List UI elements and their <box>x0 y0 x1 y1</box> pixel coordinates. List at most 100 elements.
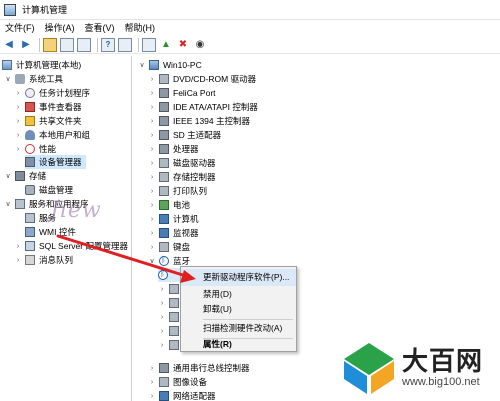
expand-icon[interactable]: › <box>158 285 166 293</box>
expand-icon[interactable]: › <box>148 378 156 386</box>
collapse-icon[interactable]: ∨ <box>148 257 156 265</box>
keyboard-icon <box>159 242 169 252</box>
tree-item-disk-management[interactable]: 磁盘管理 <box>25 183 73 197</box>
uninstall-icon[interactable]: ✖ <box>176 38 190 52</box>
expand-icon[interactable]: › <box>14 117 22 125</box>
device-category[interactable]: › 电池 <box>148 198 190 212</box>
device-category[interactable]: › IDE ATA/ATAPI 控制器 <box>148 100 258 114</box>
expand-icon[interactable]: › <box>148 117 156 125</box>
expand-icon[interactable]: › <box>14 131 22 139</box>
device-category[interactable]: › 监视器 <box>148 226 199 240</box>
tree-item-label: 系统工具 <box>29 74 64 84</box>
wmi-control-icon <box>25 227 35 237</box>
device-category-label: 图像设备 <box>173 377 208 387</box>
expand-icon[interactable]: › <box>148 201 156 209</box>
menu-help[interactable]: 帮助(H) <box>120 20 161 36</box>
expand-icon[interactable]: › <box>158 341 166 349</box>
show-hide-tree-icon[interactable] <box>60 37 74 52</box>
tree-item-label: 事件查看器 <box>39 102 82 112</box>
collapse-icon[interactable]: ∨ <box>4 75 12 83</box>
device-category[interactable]: › 键盘 <box>148 240 190 254</box>
expand-icon[interactable]: › <box>148 392 156 400</box>
up-folder-icon[interactable] <box>43 37 57 52</box>
expand-icon[interactable]: › <box>14 256 22 264</box>
message-queue-icon <box>25 255 35 265</box>
expand-icon[interactable]: › <box>148 159 156 167</box>
tree-item-local-users[interactable]: › 本地用户和组 <box>14 128 90 142</box>
performance-icon <box>25 144 35 154</box>
expand-icon[interactable]: › <box>148 229 156 237</box>
tree-item-shared-folders[interactable]: › 共享文件夹 <box>14 114 82 128</box>
tree-item-event-viewer[interactable]: › 事件查看器 <box>14 100 82 114</box>
view-icon[interactable] <box>118 37 132 52</box>
expand-icon[interactable]: › <box>148 131 156 139</box>
device-category[interactable]: › 图像设备 <box>148 375 207 389</box>
uninstall-menu-item[interactable]: 卸载(U) <box>181 301 296 318</box>
device-category[interactable]: › 打印队列 <box>148 184 207 198</box>
device-root-label: Win10-PC <box>163 60 202 70</box>
device-icon <box>169 298 179 308</box>
tree-item-system-tools[interactable]: ∨ 系统工具 <box>4 72 63 86</box>
tree-item-message-queue[interactable]: › 消息队列 <box>14 253 73 267</box>
tree-item-storage[interactable]: ∨ 存储 <box>4 169 46 183</box>
bluetooth-icon <box>159 255 169 266</box>
tree-item-label: 存储 <box>29 171 47 181</box>
device-category[interactable]: › 存储控制器 <box>148 170 216 184</box>
update-driver-icon[interactable]: ▲ <box>159 38 173 52</box>
collapse-icon[interactable]: ∨ <box>138 61 146 69</box>
tree-item-performance[interactable]: › 性能 <box>14 142 56 156</box>
expand-icon[interactable]: › <box>148 89 156 97</box>
expand-icon[interactable]: › <box>158 327 166 335</box>
device-category[interactable]: › FeliCa Port <box>148 86 216 100</box>
expand-icon[interactable]: › <box>148 75 156 83</box>
tree-item-device-manager[interactable]: 设备管理器 <box>25 155 86 169</box>
expand-icon[interactable]: › <box>148 243 156 251</box>
update-driver-menu-item[interactable]: 更新驱动程序软件(P)... <box>181 269 296 286</box>
menu-file[interactable]: 文件(F) <box>0 20 40 36</box>
expand-icon[interactable]: › <box>14 103 22 111</box>
expand-icon[interactable]: › <box>148 215 156 223</box>
computer-icon <box>149 60 159 70</box>
collapse-icon[interactable]: ∨ <box>4 200 12 208</box>
scan-hardware-menu-item[interactable]: 扫描检测硬件改动(A) <box>181 320 296 337</box>
expand-icon[interactable]: › <box>148 364 156 372</box>
device-icon <box>169 312 179 322</box>
device-category[interactable]: › DVD/CD-ROM 驱动器 <box>148 72 256 86</box>
scan-hardware-icon[interactable] <box>142 37 156 52</box>
menu-view[interactable]: 查看(V) <box>80 20 120 36</box>
expand-icon[interactable]: › <box>158 313 166 321</box>
device-category[interactable]: › IEEE 1394 主控制器 <box>148 114 250 128</box>
tree-item-computer-management[interactable]: 计算机管理(本地) <box>2 58 81 72</box>
expand-icon[interactable]: › <box>148 145 156 153</box>
properties-menu-item[interactable]: 属性(R) <box>181 337 296 352</box>
expand-icon[interactable]: › <box>14 242 22 250</box>
expand-icon[interactable]: › <box>14 89 22 97</box>
device-category[interactable]: › 通用串行总线控制器 <box>148 361 250 375</box>
device-category[interactable]: › SD 主适配器 <box>148 128 221 142</box>
device-root[interactable]: ∨ Win10-PC <box>138 58 202 72</box>
expand-icon[interactable]: › <box>148 173 156 181</box>
help-icon[interactable]: ? <box>101 37 115 52</box>
forward-icon[interactable]: ▶ <box>19 38 33 52</box>
toolbar-separator <box>39 37 40 52</box>
collapse-icon[interactable]: ∨ <box>4 172 12 180</box>
device-category[interactable]: › 处理器 <box>148 142 199 156</box>
tree-item-label: 共享文件夹 <box>39 116 82 126</box>
title-bar: 计算机管理 <box>0 0 500 20</box>
expand-icon[interactable]: › <box>14 145 22 153</box>
expand-icon[interactable]: › <box>148 103 156 111</box>
device-category[interactable]: › 计算机 <box>148 212 199 226</box>
expand-icon[interactable]: › <box>148 187 156 195</box>
device-icon <box>169 326 179 336</box>
tree-item-task-scheduler[interactable]: › 任务计划程序 <box>14 86 90 100</box>
tree-item-wmi-control[interactable]: WMI 控件 <box>25 225 76 239</box>
properties-icon[interactable] <box>77 37 91 52</box>
disable-device-icon[interactable]: ◉ <box>193 38 207 52</box>
services-icon <box>25 213 35 223</box>
back-icon[interactable]: ◀ <box>2 38 16 52</box>
tree-item-sql-server[interactable]: › SQL Server 配置管理器 <box>14 239 128 253</box>
device-category[interactable]: › 磁盘驱动器 <box>148 156 216 170</box>
menu-action[interactable]: 操作(A) <box>40 20 80 36</box>
expand-icon[interactable]: › <box>158 299 166 307</box>
device-category[interactable]: › 网络适配器 <box>148 389 216 401</box>
